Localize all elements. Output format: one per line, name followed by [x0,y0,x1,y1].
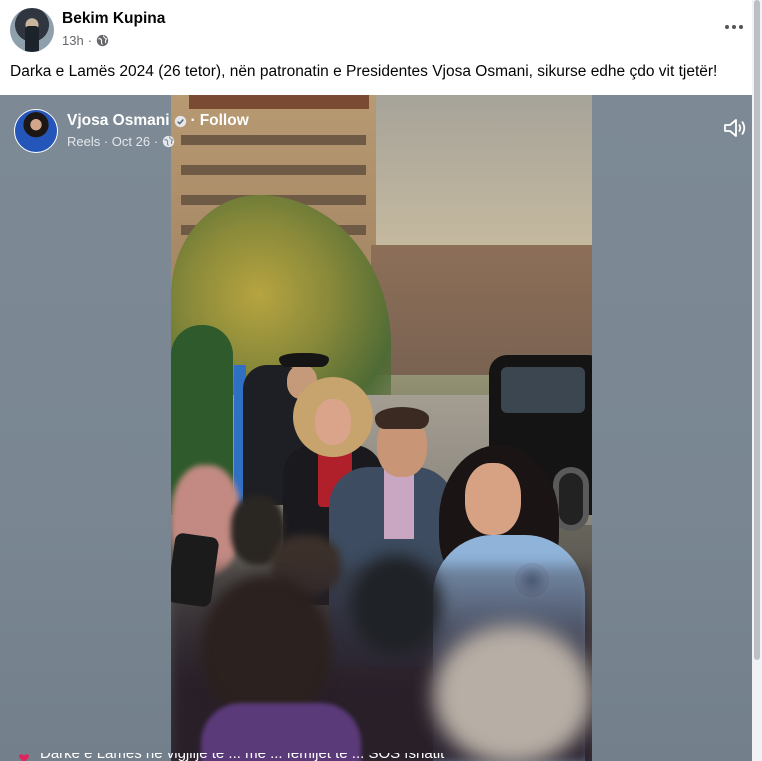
author-avatar[interactable] [10,8,54,52]
reel-caption-text: Darkë e Lamës në vigjilje të ... më ... … [40,753,444,761]
scrollbar-thumb[interactable] [754,0,760,660]
more-horizontal-icon [725,25,729,29]
meta-separator: · [87,33,93,48]
reel-video[interactable] [171,95,592,761]
reel-media[interactable]: Vjosa Osmani · Follow Reels · Oct 26 · [0,95,752,761]
reel-author-name[interactable]: Vjosa Osmani [67,112,170,130]
post-text: Darka e Lamës 2024 (26 tetor), nën patro… [10,63,718,80]
post-meta: 13h · [62,33,109,48]
more-options-button[interactable] [716,12,752,42]
follow-button[interactable]: Follow [200,112,249,130]
post-header: Bekim Kupina 13h · [0,0,752,60]
globe-icon[interactable] [162,135,175,148]
reel-meta-text[interactable]: Reels · Oct 26 · [67,134,158,149]
follow-separator: · [190,112,196,129]
post-time[interactable]: 13h [62,33,84,48]
verified-badge-icon [174,115,186,127]
reel-caption: Darkë e Lamës në vigjilje të ... më ... … [0,753,752,761]
globe-icon[interactable] [96,34,109,47]
speaker-icon[interactable] [722,116,748,140]
reel-author-line: Vjosa Osmani · Follow [67,112,249,130]
reel-meta: Reels · Oct 26 · [67,134,175,149]
reel-author-avatar[interactable] [14,109,58,153]
heart-icon [19,754,29,761]
video-sky [371,95,592,265]
post-author-name[interactable]: Bekim Kupina [62,10,165,28]
